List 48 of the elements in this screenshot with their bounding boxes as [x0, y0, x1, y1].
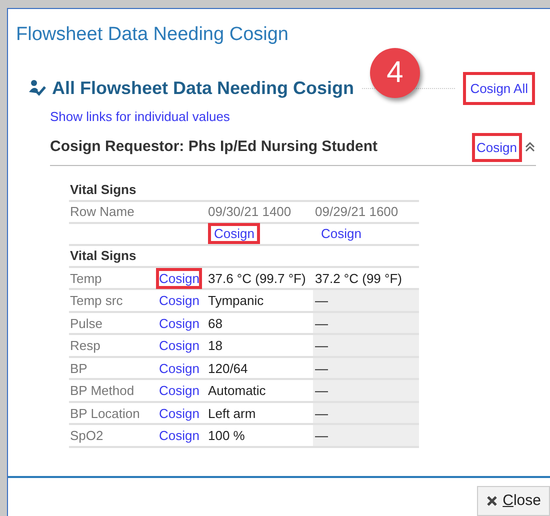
cosign-link[interactable]: Cosign — [156, 335, 202, 356]
row-name: Pulse — [69, 314, 104, 332]
cosign-link[interactable]: Cosign — [156, 268, 202, 288]
row-name: Temp src — [69, 292, 124, 310]
table-cell-text: Tympanic — [207, 292, 265, 310]
requestor-heading: Cosign Requestor: Phs Ip/Ed Nursing Student — [50, 137, 379, 157]
cosign-link[interactable]: Cosign — [156, 425, 202, 446]
cosign-link[interactable]: Cosign — [208, 222, 260, 244]
row-name: SpO2 — [69, 427, 104, 445]
close-icon — [486, 495, 498, 507]
close-button[interactable]: Close — [476, 486, 550, 516]
collapse-chevron-icon[interactable] — [524, 141, 536, 154]
show-links-link[interactable]: Show links for individual values — [50, 107, 550, 126]
cosign-link[interactable]: Cosign All — [463, 72, 535, 105]
group-heading: Vital Signs — [69, 180, 419, 202]
cosign-link[interactable]: Cosign — [156, 290, 202, 311]
table-cell: — — [313, 402, 419, 423]
table-cell-text: 37.6 °C (99.7 °F) — [207, 270, 307, 288]
step-badge: 4 — [370, 48, 420, 98]
row-name: BP Method — [69, 382, 136, 400]
column-header: 09/30/21 1400 — [207, 202, 292, 221]
table-cell-text: Left arm — [207, 404, 257, 422]
table-cell-text: Automatic — [207, 382, 267, 400]
table-cell: — — [313, 335, 419, 356]
cosign-link[interactable]: Cosign — [156, 358, 202, 378]
cosign-link[interactable]: Cosign — [315, 222, 368, 244]
column-header: 09/29/21 1600 — [314, 202, 400, 221]
cosign-link[interactable]: Cosign — [156, 402, 202, 424]
column-header: Row Name — [69, 202, 136, 221]
table-cell: — — [313, 290, 419, 310]
cosign-link[interactable]: Cosign — [156, 380, 202, 401]
table-cell: — — [313, 358, 419, 378]
row-name: Temp — [69, 270, 103, 288]
table-cell: — — [313, 425, 419, 446]
table-cell-text: 100 % — [207, 427, 246, 445]
table-cell-text: 120/64 — [207, 360, 249, 378]
cosign-link[interactable]: Cosign — [472, 132, 522, 162]
section-title: All Flowsheet Data Needing Cosign — [52, 76, 354, 100]
table-cell: — — [313, 380, 419, 400]
row-name: BP Location — [69, 404, 141, 422]
window-title: Flowsheet Data Needing Cosign — [15, 23, 290, 47]
row-name: Resp — [69, 337, 102, 355]
table-cell-text: 68 — [207, 314, 224, 332]
table-cell-text: 18 — [207, 337, 224, 355]
people-check-icon — [28, 79, 46, 98]
table-cell: — — [313, 312, 419, 333]
cosign-link[interactable]: Cosign — [156, 312, 202, 334]
row-name: BP — [69, 360, 88, 378]
